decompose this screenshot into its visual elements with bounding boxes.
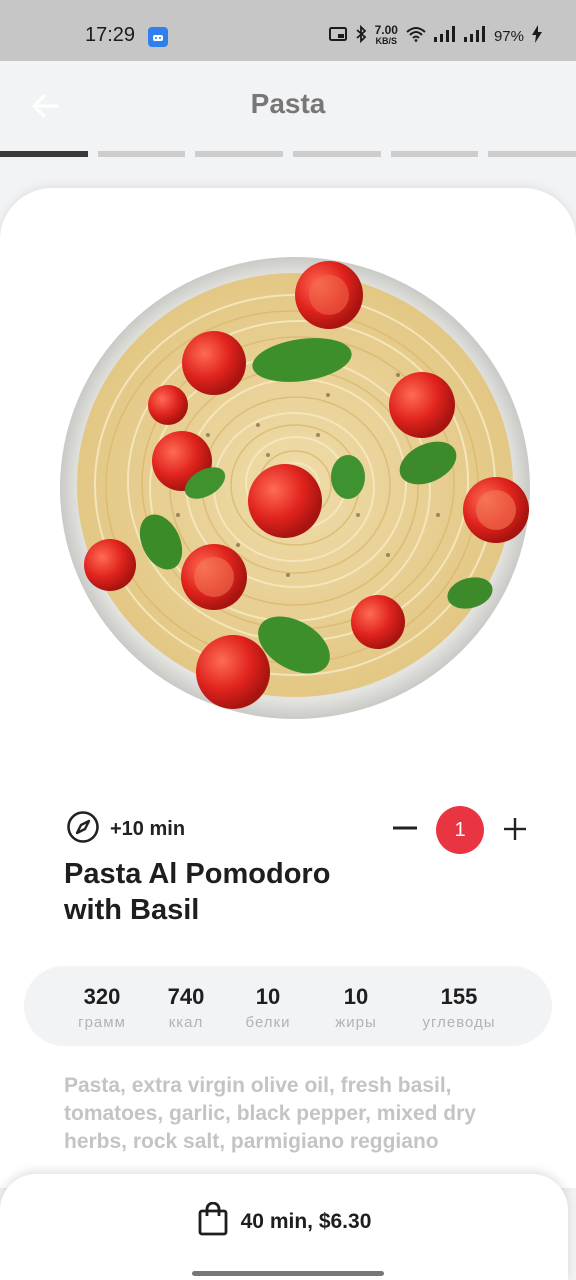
dish-image	[58, 255, 532, 721]
charging-icon	[532, 25, 542, 47]
wifi-icon	[406, 26, 426, 46]
progress-segment[interactable]	[97, 151, 186, 157]
nutrition-value: 10	[255, 984, 281, 1009]
nutrition-label: жиры	[335, 1014, 377, 1031]
nutrition-value: 10	[343, 984, 369, 1009]
progress-segment[interactable]	[293, 151, 381, 157]
progress-segment[interactable]	[195, 151, 284, 157]
plus-icon	[503, 811, 527, 850]
nutrition-label: ккал	[168, 1014, 204, 1031]
nutrition-label: грамм	[78, 1014, 126, 1031]
nutrition-item: 10 жиры	[324, 984, 388, 1031]
speed-unit: KB/S	[375, 36, 398, 46]
signal-icon-2	[463, 26, 486, 46]
compass-icon	[66, 810, 100, 849]
increment-button[interactable]	[498, 813, 532, 847]
app-notification-icon	[148, 27, 168, 47]
speed-value: 7.00	[374, 23, 398, 37]
battery-level: 97%	[493, 27, 524, 45]
quantity-stepper: 1	[388, 806, 532, 854]
category-progress	[0, 151, 576, 157]
bluetooth-icon	[355, 24, 367, 47]
signal-icon-1	[433, 26, 456, 46]
decrement-button[interactable]	[388, 813, 422, 847]
shopping-bag-icon	[197, 1201, 229, 1241]
page-title: Pasta	[250, 88, 326, 119]
nutrition-value: 320	[83, 984, 121, 1009]
nutrition-label: белки	[245, 1014, 291, 1031]
bottom-bar: 40 min, $6.30	[0, 1174, 568, 1280]
nutrition-item: 740 ккал	[158, 984, 214, 1031]
home-indicator[interactable]	[192, 1271, 384, 1276]
network-speed: 7.00 KB/S	[374, 23, 398, 47]
extra-time-text: +10 min	[110, 818, 186, 840]
app-bar: Pasta	[0, 61, 576, 153]
status-bar: 17:29 7.00 KB/S 97%	[0, 0, 576, 61]
nutrition-item: 10 белки	[236, 984, 300, 1031]
ingredients-text: Pasta, extra virgin olive oil, fresh bas…	[64, 1074, 476, 1153]
nutrition-item: 320 грамм	[74, 984, 130, 1031]
minus-icon	[392, 811, 418, 850]
progress-segment[interactable]	[488, 151, 576, 157]
status-icons: 7.00 KB/S 97%	[328, 23, 542, 47]
dish-title: Pasta Al Pomodoro with Basil	[64, 858, 331, 926]
nutrition-panel: 320 грамм 740 ккал 10 белки 10 жиры 155 …	[24, 966, 552, 1046]
nutrition-value: 155	[440, 984, 478, 1009]
nutrition-value: 740	[167, 984, 205, 1009]
extra-time: +10 min	[66, 810, 185, 849]
nutrition-label: углеводы	[422, 1014, 496, 1031]
status-time: 17:29	[85, 24, 136, 46]
quantity-value: 1	[436, 806, 484, 854]
progress-segment[interactable]	[390, 151, 479, 157]
screen-cast-icon	[328, 27, 347, 45]
add-to-cart-button[interactable]: 40 min, $6.30	[0, 1201, 568, 1241]
order-summary: 40 min, $6.30	[240, 1209, 372, 1233]
progress-segment[interactable]	[0, 151, 88, 157]
nutrition-item: 155 углеводы	[408, 984, 510, 1031]
